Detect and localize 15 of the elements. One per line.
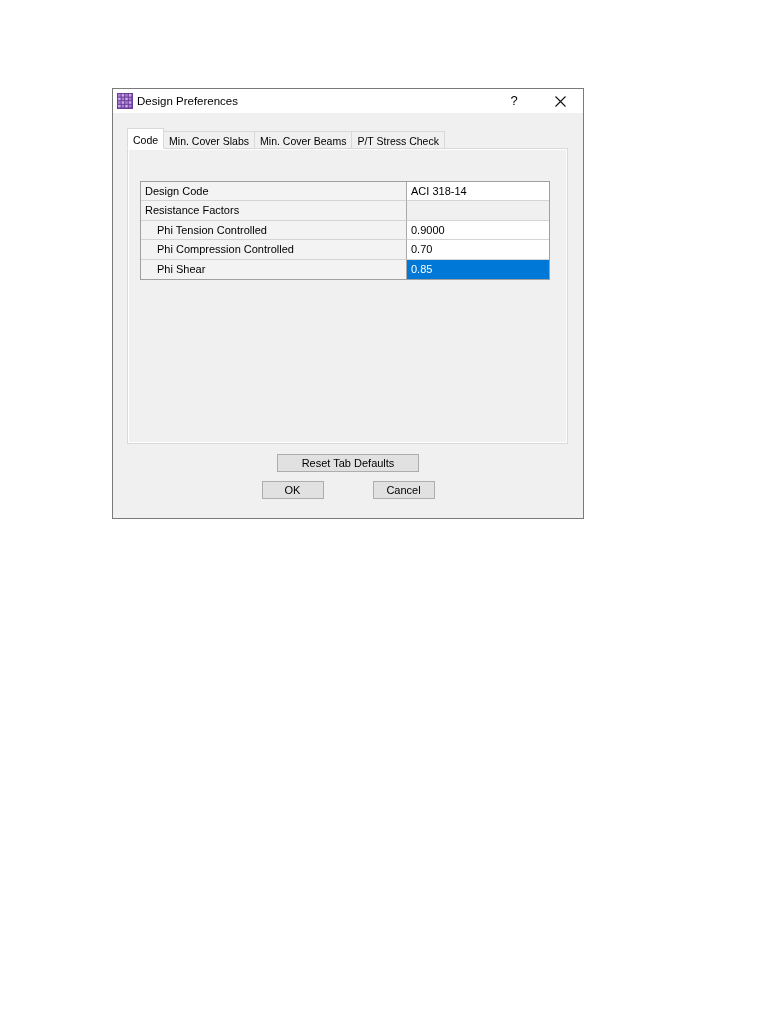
reset-defaults-button[interactable]: Reset Tab Defaults <box>277 454 419 472</box>
close-icon <box>554 95 566 107</box>
ok-button[interactable]: OK <box>261 481 324 499</box>
value-field[interactable]: 0.9000 <box>406 220 549 241</box>
tab[interactable]: P/T Stress Check <box>352 131 445 149</box>
window-title: Design Preferences <box>137 94 239 108</box>
tab[interactable]: Code <box>127 128 165 149</box>
help-button[interactable]: ? <box>491 89 537 113</box>
tab[interactable]: Min. Cover Beams <box>255 131 353 149</box>
value-field[interactable]: 0.85 <box>406 259 549 279</box>
app-grid-icon <box>117 93 133 109</box>
cancel-button[interactable]: Cancel <box>372 481 435 499</box>
tab[interactable]: Min. Cover Slabs <box>164 131 256 149</box>
value-field[interactable]: 0.70 <box>406 240 549 260</box>
value-field[interactable]: ACI 318-14 <box>406 182 549 202</box>
